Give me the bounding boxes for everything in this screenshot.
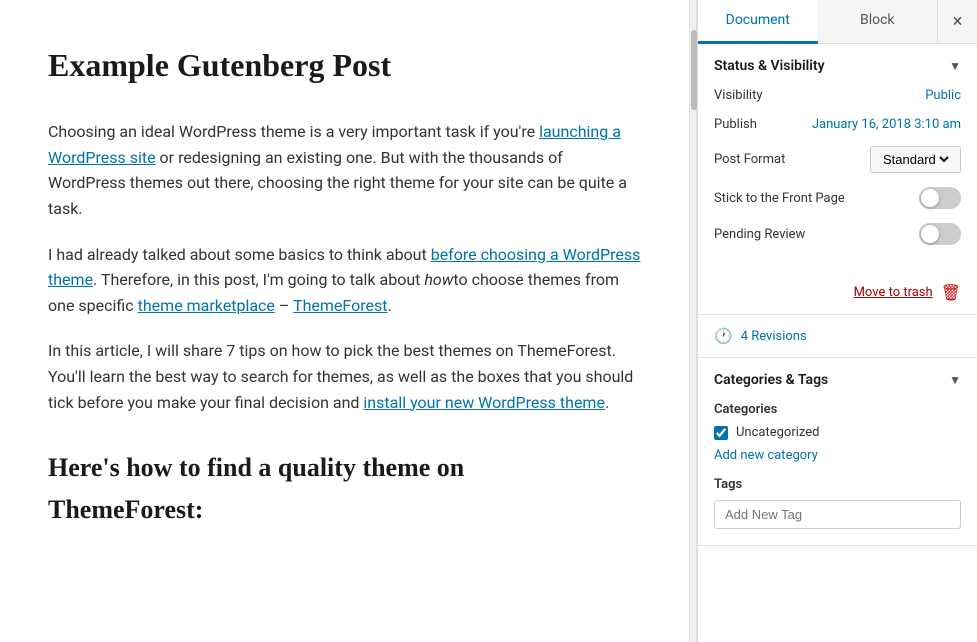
stick-front-label: Stick to the Front Page: [714, 191, 845, 206]
link-themeforest[interactable]: ThemeForest: [293, 296, 387, 315]
document-sidebar: Document Block × Status & Visibility ▼ V…: [697, 0, 977, 642]
post-format-row: Post Format Standard Aside Image Video Q…: [714, 146, 961, 173]
tab-document[interactable]: Document: [698, 0, 818, 44]
categories-tags-header[interactable]: Categories & Tags ▼: [698, 358, 977, 402]
paragraph-2: I had already talked about some basics t…: [48, 242, 641, 319]
publish-label: Publish: [714, 117, 757, 132]
move-to-trash-link[interactable]: Move to trash: [854, 285, 933, 300]
visibility-row: Visibility Public: [714, 88, 961, 103]
revisions-row: 🕐 4 Revisions: [698, 315, 977, 358]
categories-tags-section: Categories & Tags ▼ Categories Uncategor…: [698, 358, 977, 546]
visibility-label: Visibility: [714, 88, 763, 103]
categories-label: Categories: [714, 402, 961, 417]
link-install-theme[interactable]: install your new WordPress theme: [363, 393, 605, 412]
uncategorized-label: Uncategorized: [736, 425, 819, 440]
status-visibility-content: Visibility Public Publish January 16, 20…: [698, 88, 977, 275]
trash-icon: 🗑: [941, 283, 961, 302]
visibility-value[interactable]: Public: [925, 88, 961, 103]
close-button[interactable]: ×: [937, 0, 977, 44]
tags-label: Tags: [714, 477, 961, 492]
post-format-label: Post Format: [714, 152, 785, 167]
scrollbar-divider: [689, 0, 697, 642]
add-category-link[interactable]: Add new category: [714, 448, 961, 463]
trash-row: Move to trash 🗑: [698, 275, 977, 314]
status-visibility-header[interactable]: Status & Visibility ▼: [698, 44, 977, 88]
post-editor-content: Example Gutenberg Post Choosing an ideal…: [0, 0, 689, 642]
tab-block[interactable]: Block: [818, 0, 938, 44]
stick-front-toggle[interactable]: [919, 187, 961, 209]
subheading: Here's how to find a quality theme on Th…: [48, 447, 641, 530]
uncategorized-checkbox[interactable]: [714, 426, 728, 440]
pending-review-toggle[interactable]: [919, 223, 961, 245]
publish-row: Publish January 16, 2018 3:10 am: [714, 117, 961, 132]
paragraph-1: Choosing an ideal WordPress theme is a v…: [48, 119, 641, 221]
sidebar-tab-bar: Document Block ×: [698, 0, 977, 44]
pending-review-row: Pending Review: [714, 223, 961, 245]
chevron-down-icon: ▼: [949, 59, 961, 73]
tags-input[interactable]: [714, 500, 961, 529]
post-title: Example Gutenberg Post: [48, 40, 641, 91]
paragraph-3: In this article, I will share 7 tips on …: [48, 338, 641, 415]
link-theme-marketplace[interactable]: theme marketplace: [138, 296, 275, 315]
revisions-icon: 🕐: [714, 327, 733, 345]
stick-front-row: Stick to the Front Page: [714, 187, 961, 209]
post-format-dropdown[interactable]: Standard Aside Image Video Quote Link: [879, 151, 952, 168]
uncategorized-checkbox-row: Uncategorized: [714, 425, 961, 440]
post-format-select[interactable]: Standard Aside Image Video Quote Link: [870, 146, 961, 173]
publish-date[interactable]: January 16, 2018 3:10 am: [812, 117, 961, 132]
status-visibility-section: Status & Visibility ▼ Visibility Public …: [698, 44, 977, 315]
pending-review-label: Pending Review: [714, 227, 805, 242]
chevron-down-icon-cats: ▼: [949, 373, 961, 387]
categories-tags-content: Categories Uncategorized Add new categor…: [698, 402, 977, 545]
revisions-link[interactable]: 4 Revisions: [741, 329, 807, 344]
